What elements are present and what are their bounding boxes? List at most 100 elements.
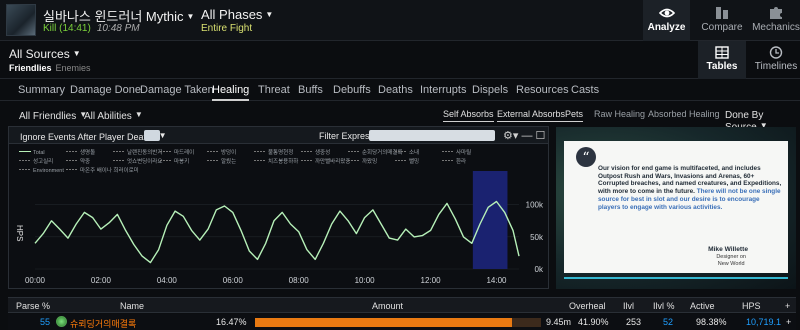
ad-accent-line	[564, 277, 788, 279]
y-axis-label: HPS	[15, 225, 24, 241]
chevron-down-icon: ▼	[72, 49, 81, 58]
tab-damage-taken[interactable]: Damage Taken	[140, 84, 214, 96]
ad-quote-card: “ Our vision for end game is multifacete…	[564, 141, 788, 273]
col-hps[interactable]: HPS	[742, 301, 761, 311]
source-type: Friendlies Enemies	[9, 63, 91, 73]
maximize-icon[interactable]: ☐	[536, 130, 546, 142]
ad-quote-text: Our vision for end game is multifaceted,…	[598, 165, 782, 211]
sources-bar: All Sources ▼ Friendlies Enemies Tables Ti…	[0, 41, 800, 79]
x-tick-label: 10:00	[355, 276, 376, 285]
col-name[interactable]: Name	[120, 301, 144, 311]
tab-casts[interactable]: Casts	[571, 84, 599, 96]
legend-label: 치즈봉용하하	[268, 157, 298, 165]
kill-duration: Kill (14:41)	[43, 23, 91, 34]
chip-external-absorbs[interactable]: External Absorbs	[497, 109, 566, 122]
enemies-toggle[interactable]: Enemies	[56, 63, 91, 73]
ignore-events-label: Ignore Events After Player Deaths	[20, 132, 156, 142]
legend-label: 뻘밍	[409, 157, 419, 165]
legend-label: 엇쇼변딩이라요	[127, 157, 162, 165]
col-ilvl[interactable]: Ilvl	[623, 301, 634, 311]
tab-summary[interactable]: Summary	[18, 84, 65, 96]
row-hps: 10,719.1	[746, 317, 782, 327]
source-selector[interactable]: All Sources ▼	[9, 47, 81, 61]
col-parse[interactable]: Parse %	[16, 301, 50, 311]
report-tabs: Summary Damage Done Damage Taken Healing…	[0, 79, 800, 101]
legend-label: 마온주 배이나 희러이로미	[80, 166, 139, 174]
legend-label: 방덩이	[221, 148, 236, 156]
chevron-down-icon: ▼	[265, 10, 274, 19]
legend-label: 알뤘는	[221, 157, 236, 165]
top-bar: 실바나스 윈드러너 Mythic ▼ Kill (14:41) 10:48 PM A…	[0, 0, 800, 41]
col-amount[interactable]: Amount	[372, 301, 403, 311]
clock-icon	[769, 46, 783, 59]
tab-resources[interactable]: Resources	[516, 84, 569, 96]
phase-title: All Phases	[201, 7, 263, 22]
tab-healing[interactable]: Healing	[212, 84, 250, 101]
tab-debuffs[interactable]: Debuffs	[333, 84, 371, 96]
kill-time: 10:48 PM	[96, 23, 140, 34]
kill-status: Kill (14:41) 10:48 PM	[43, 23, 140, 34]
tab-threat[interactable]: Threat	[258, 84, 290, 96]
y-tick-label: 50k	[530, 233, 544, 242]
chip-self-absorbs[interactable]: Self Absorbs	[443, 109, 494, 122]
source-title: All Sources	[9, 47, 70, 61]
nav-mechanics[interactable]: Mechanics	[752, 0, 800, 41]
phase-selector[interactable]: All Phases ▼	[201, 7, 273, 22]
chip-absorbed-healing[interactable]: Absorbed Healing	[648, 109, 720, 121]
legend-label: 불통명현정	[268, 148, 293, 156]
boss-portrait	[6, 4, 36, 36]
tab-deaths[interactable]: Deaths	[378, 84, 413, 96]
row-active: 98.38%	[696, 317, 727, 327]
view-timelines-label: Timelines	[754, 61, 798, 72]
col-active[interactable]: Active	[690, 301, 715, 311]
legend-label: 소내	[409, 148, 419, 156]
add-column-button[interactable]: +	[785, 301, 790, 311]
abilities-filter[interactable]: All Abilities ▼	[84, 110, 143, 122]
legend-label: Environment	[33, 168, 64, 174]
phase-subtitle: Entire Fight	[201, 23, 253, 34]
row-overheal: 41.90%	[578, 317, 609, 327]
row-extra: +	[786, 317, 792, 327]
legend-label: 까만뻘바리왔중	[315, 157, 350, 165]
amount-bar-fill	[255, 318, 513, 327]
chart-controls: ⚙▾ — ☐	[503, 129, 545, 142]
ignore-events-toggle[interactable]	[144, 130, 160, 141]
ad-author-name: Mike Willette	[708, 246, 748, 253]
friendlies-filter[interactable]: All Friendlies ▼	[19, 110, 87, 122]
table-row[interactable]: 55 슈뢰딩거의매결록 16.47% 9.45m 41.90% 253 52 9…	[8, 314, 796, 330]
view-tables[interactable]: Tables	[698, 41, 746, 79]
tab-dispels[interactable]: Dispels	[472, 84, 508, 96]
chip-raw-healing[interactable]: Raw Healing	[594, 109, 645, 121]
col-overheal[interactable]: Overheal	[569, 301, 606, 311]
chart-toolbar: Ignore Events After Player Deaths ▼ Filte…	[9, 127, 548, 144]
row-percent: 16.47%	[216, 317, 247, 327]
hps-line-chart: Total 생명돌 날랜진동의반지 마드레이 방덩이 불통명현정 생중성 순회당거의매결록 소내…	[15, 148, 544, 285]
tab-interrupts[interactable]: Interrupts	[420, 84, 466, 96]
tab-damage-done[interactable]: Damage Done	[70, 84, 141, 96]
y-tick-label: 100k	[526, 201, 544, 210]
legend-label: 생중성	[315, 148, 330, 156]
row-parse: 55	[40, 317, 51, 327]
nav-analyze[interactable]: Analyze	[643, 0, 690, 41]
minimize-icon[interactable]: —	[521, 130, 532, 142]
chevron-down-icon: ▼	[186, 12, 195, 21]
nav-compare[interactable]: Compare	[698, 0, 746, 41]
abilities-filter-label: All Abilities	[84, 111, 132, 122]
boss-title: 실바나스 윈드러너 Mythic	[43, 9, 184, 24]
filter-expression-input[interactable]	[369, 130, 495, 141]
table-icon	[715, 46, 729, 59]
ad-author-role: Designer on New World	[716, 254, 746, 267]
chip-pets[interactable]: Pets	[565, 109, 584, 122]
advertisement[interactable]: “ Our vision for end game is multifacete…	[556, 127, 796, 289]
view-timelines[interactable]: Timelines	[752, 41, 800, 79]
row-player-name[interactable]: 슈뢰딩거의매결록	[70, 317, 136, 330]
col-ilvl-pct[interactable]: Ilvl %	[653, 301, 675, 311]
x-tick-label: 12:00	[421, 276, 442, 285]
legend-label: 까왔밍	[362, 157, 377, 165]
tab-buffs[interactable]: Buffs	[298, 84, 323, 96]
gear-icon[interactable]: ⚙▾	[503, 130, 518, 142]
class-icon	[56, 316, 67, 327]
friendlies-toggle[interactable]: Friendlies	[9, 63, 52, 73]
eye-icon	[658, 8, 675, 18]
legend-label: 날랜진동의반지	[127, 148, 162, 156]
